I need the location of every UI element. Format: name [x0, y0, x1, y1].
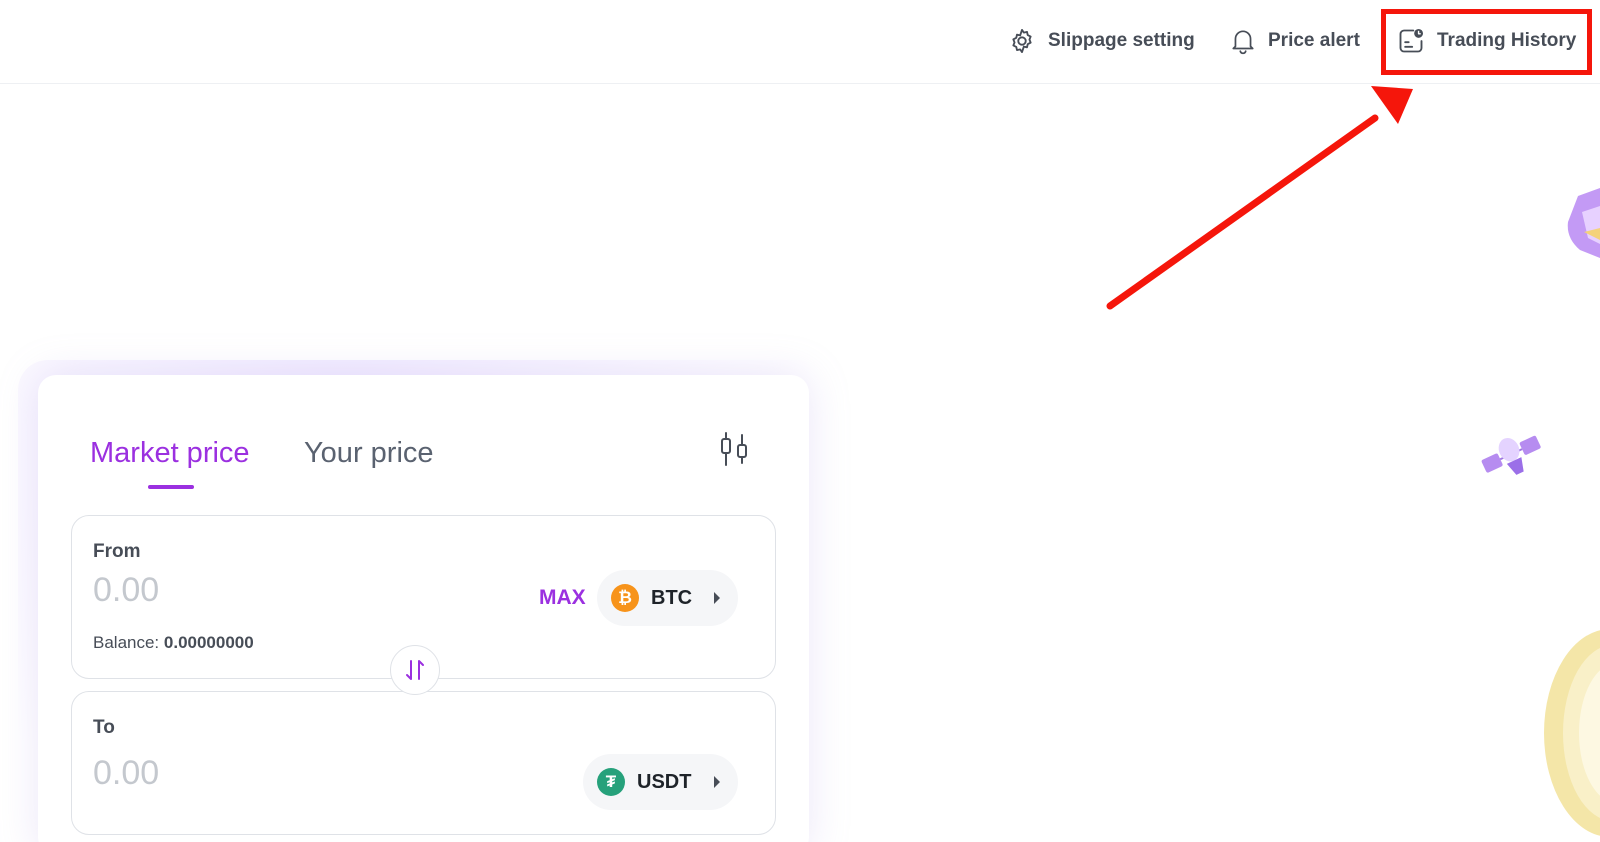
swap-arrows-icon [406, 660, 424, 680]
active-tab-indicator [148, 485, 194, 489]
caret-right-icon [714, 592, 720, 604]
tab-your-price[interactable]: Your price [304, 437, 434, 470]
from-amount-input[interactable] [93, 571, 393, 610]
trading-history-label: Trading History [1437, 30, 1577, 51]
decorative-satellite [1481, 435, 1541, 475]
history-icon [1399, 28, 1424, 53]
to-token-name: USDT [637, 770, 692, 793]
to-label: To [93, 717, 115, 738]
candlestick-chart-icon[interactable] [718, 431, 750, 467]
gear-icon [1012, 28, 1032, 54]
slippage-setting-button[interactable]: Slippage setting [1008, 24, 1195, 58]
balance-value: 0.00000000 [163, 633, 254, 652]
decorative-cube [1567, 188, 1600, 258]
balance-label: Balance: [93, 633, 164, 652]
swap-direction-button[interactable] [390, 645, 440, 695]
from-label: From [93, 541, 141, 562]
price-alert-button[interactable]: Price alert [1230, 24, 1360, 58]
from-balance: Balance: 0.00000000 [93, 633, 254, 653]
swap-card: Market price Your price From Balance: 0.… [38, 375, 809, 842]
trading-history-button[interactable]: Trading History [1397, 24, 1576, 58]
bitcoin-icon: ₿ [611, 584, 639, 612]
from-token-selector[interactable]: ₿ BTC [597, 570, 738, 626]
bell-icon [1232, 30, 1254, 55]
to-amount-input[interactable] [93, 754, 393, 793]
top-bar: Slippage setting Price alert Trading His… [0, 0, 1600, 84]
caret-right-icon [714, 776, 720, 788]
price-alert-label: Price alert [1268, 30, 1360, 51]
tab-market-price[interactable]: Market price [90, 437, 250, 470]
from-token-name: BTC [651, 586, 693, 609]
to-token-selector[interactable]: ₮ USDT [583, 754, 738, 810]
tether-icon: ₮ [597, 768, 625, 796]
decorative-coin [1544, 630, 1600, 836]
slippage-setting-label: Slippage setting [1048, 30, 1195, 51]
max-button[interactable]: MAX [539, 586, 586, 610]
to-panel: To ₮ USDT [71, 691, 776, 835]
